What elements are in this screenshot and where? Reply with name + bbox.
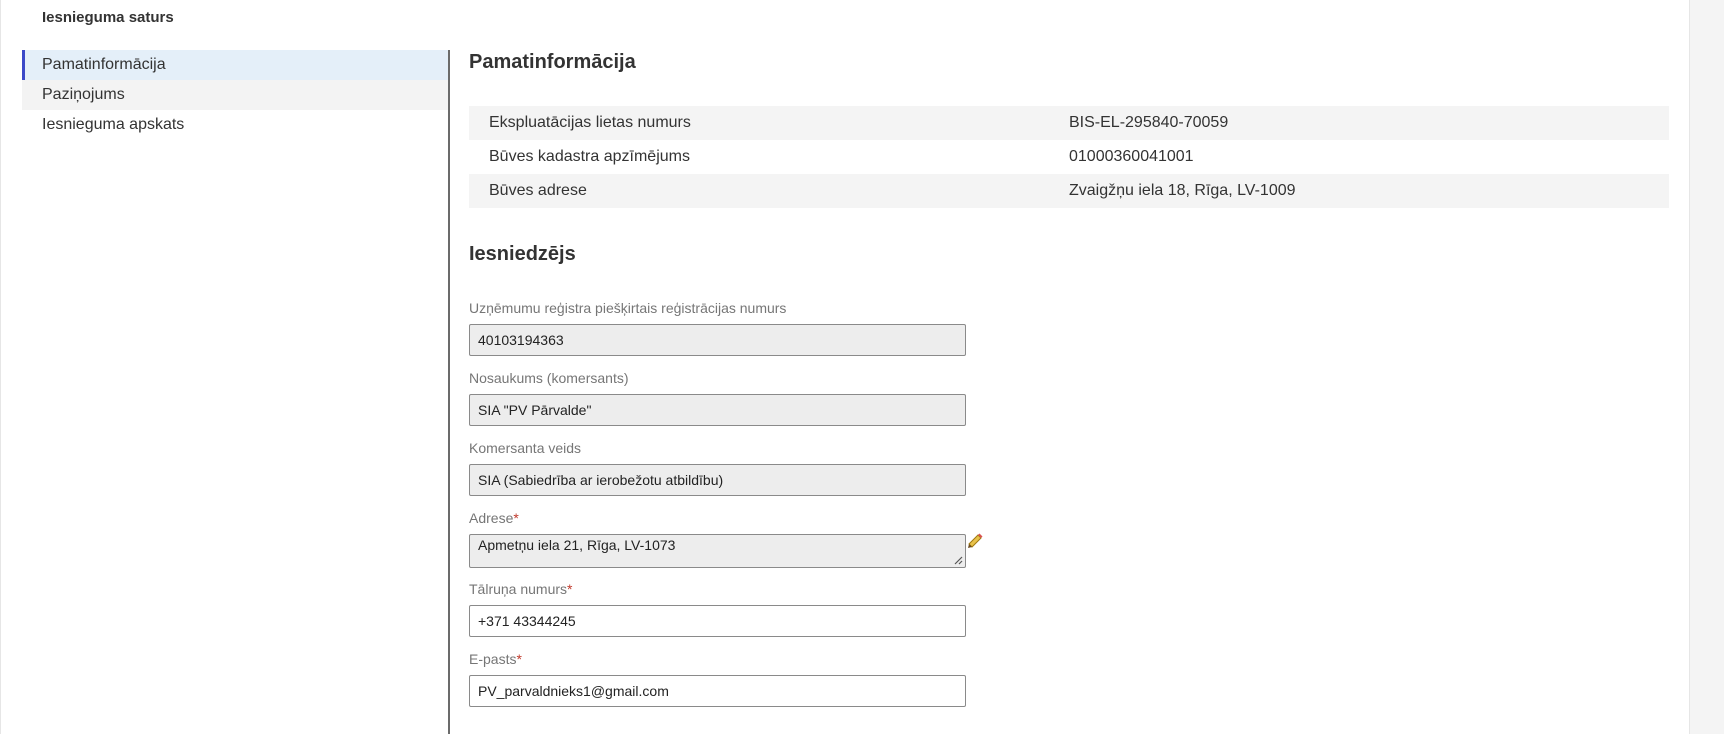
sidebar-nav: Pamatinformācija Paziņojums Iesnieguma a… [22, 50, 448, 140]
info-label: Būves adrese [489, 182, 587, 199]
form-group-address: Adrese* Apmetņu iela 21, Rīga, LV-1073 [469, 508, 1669, 568]
company-name-field[interactable]: SIA "PV Pārvalde" [469, 394, 966, 426]
field-label: Uzņēmumu reģistra piešķirtais reģistrāci… [469, 300, 787, 316]
basic-info-table: Ekspluatācijas lietas numurs BIS-EL-2958… [469, 106, 1669, 208]
field-label-text: Tālruņa numurs [469, 581, 568, 597]
sidebar-item-label: Pamatinformācija [42, 56, 166, 73]
sidebar-item-iesnieguma-apskats[interactable]: Iesnieguma apskats [22, 110, 448, 140]
resize-grip-icon[interactable] [953, 555, 963, 565]
section-title-basic-info: Pamatinformācija [469, 51, 636, 73]
address-textarea[interactable]: Apmetņu iela 21, Rīga, LV-1073 [469, 534, 966, 568]
field-label: Nosaukums (komersants) [469, 370, 629, 386]
main-content: Pamatinformācija Ekspluatācijas lietas n… [469, 44, 1669, 707]
applicant-section: Iesniedzējs Uzņēmumu reģistra piešķirtai… [469, 236, 1669, 707]
required-star: * [513, 510, 519, 526]
section-title-applicant: Iesniedzējs [469, 243, 576, 265]
pencil-icon[interactable] [966, 532, 984, 550]
vertical-divider [448, 50, 450, 734]
sidebar-item-label: Paziņojums [42, 86, 125, 103]
info-label: Ekspluatācijas lietas numurs [489, 114, 691, 131]
info-label: Būves kadastra apzīmējums [489, 148, 690, 165]
sidebar-item-pazinojums[interactable]: Paziņojums [22, 80, 448, 110]
reg-number-field[interactable]: 40103194363 [469, 324, 966, 356]
phone-field[interactable]: +371 43344245 [469, 605, 966, 637]
info-value: Zvaigžņu iela 18, Rīga, LV-1009 [1069, 182, 1296, 199]
form-group-email: E-pasts* PV_parvaldnieks1@gmail.com [469, 649, 1669, 707]
field-label: Komersanta veids [469, 440, 582, 456]
info-row-case-number: Ekspluatācijas lietas numurs BIS-EL-2958… [469, 106, 1669, 140]
required-star: * [516, 651, 522, 667]
page-container: Iesnieguma saturs Pamatinformācija Paziņ… [0, 0, 1690, 734]
info-value: 01000360041001 [1069, 148, 1194, 165]
form-group-phone: Tālruņa numurs* +371 43344245 [469, 579, 1669, 637]
info-row-address: Būves adrese Zvaigžņu iela 18, Rīga, LV-… [469, 174, 1669, 208]
field-label: E-pasts* [469, 649, 1669, 669]
email-field[interactable]: PV_parvaldnieks1@gmail.com [469, 675, 966, 707]
info-row-cadastral: Būves kadastra apzīmējums 01000360041001 [469, 140, 1669, 174]
info-value: BIS-EL-295840-70059 [1069, 114, 1229, 131]
page-heading: Iesnieguma saturs [42, 9, 174, 26]
required-star: * [567, 581, 573, 597]
form-group-reg-number: Uzņēmumu reģistra piešķirtais reģistrāci… [469, 298, 1669, 356]
form-group-company-type: Komersanta veids SIA (Sabiedrība ar iero… [469, 438, 1669, 496]
field-label: Adrese* [469, 508, 1669, 528]
field-label-text: Adrese [469, 510, 514, 526]
sidebar-item-label: Iesnieguma apskats [42, 116, 185, 133]
company-type-field[interactable]: SIA (Sabiedrība ar ierobežotu atbildību) [469, 464, 966, 496]
address-wrap: Apmetņu iela 21, Rīga, LV-1073 [469, 532, 989, 568]
field-label-text: E-pasts [469, 651, 517, 667]
sidebar-item-pamatinformacija[interactable]: Pamatinformācija [22, 50, 448, 80]
form-group-name: Nosaukums (komersants) SIA "PV Pārvalde" [469, 368, 1669, 426]
field-label: Tālruņa numurs* [469, 579, 1669, 599]
